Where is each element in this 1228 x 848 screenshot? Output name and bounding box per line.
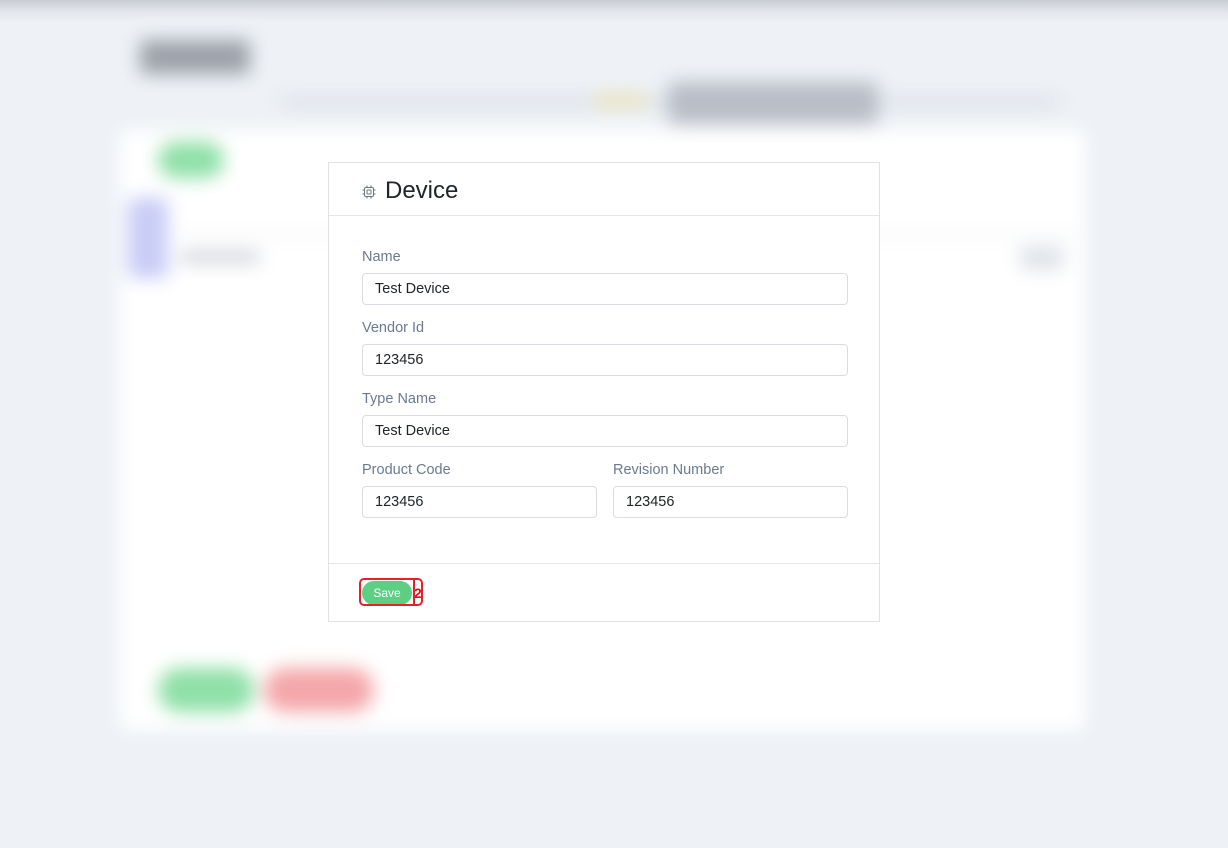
modal-title: Device <box>385 177 459 204</box>
device-modal: Device Name Vendor Id Type Name Product … <box>328 162 880 622</box>
chip-icon <box>362 185 376 199</box>
product-code-label: Product Code <box>362 462 451 478</box>
top-shadow <box>0 0 1228 22</box>
save-button[interactable]: Save <box>362 581 412 605</box>
modal-header: Device <box>329 163 879 216</box>
type-name-label: Type Name <box>362 391 437 407</box>
product-code-input[interactable] <box>362 486 597 518</box>
table-row-text <box>180 252 260 262</box>
annotation-label: 2 <box>414 585 422 601</box>
revision-number-input[interactable] <box>613 486 848 518</box>
vendor-id-label: Vendor Id <box>362 320 425 336</box>
name-label: Name <box>362 249 401 265</box>
type-name-input[interactable] <box>362 415 848 447</box>
nav-item-active <box>668 82 878 124</box>
table-row-action <box>1020 246 1064 270</box>
revision-number-label: Revision Number <box>613 462 725 478</box>
confirm-button <box>158 668 254 712</box>
add-button <box>158 142 224 178</box>
screen: Device Name Vendor Id Type Name Product … <box>0 0 1228 848</box>
modal-footer: Save 2 <box>329 563 879 622</box>
name-input[interactable] <box>362 273 848 305</box>
vendor-id-input[interactable] <box>362 344 848 376</box>
delete-button <box>264 668 374 712</box>
nav-item-highlight <box>596 96 646 106</box>
selected-row-marker <box>128 198 168 278</box>
app-logo <box>140 40 250 74</box>
